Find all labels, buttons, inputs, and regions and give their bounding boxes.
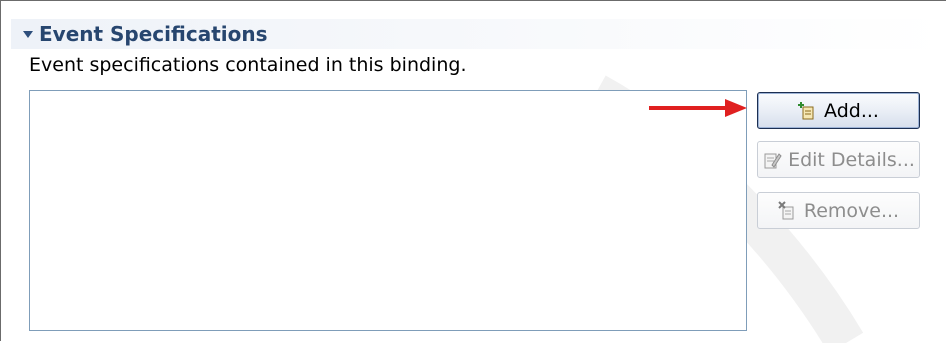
remove-button-label: Remove... bbox=[803, 199, 900, 222]
edit-details-button-label: Edit Details... bbox=[788, 148, 915, 171]
edit-details-button[interactable]: Edit Details... bbox=[757, 141, 920, 178]
add-document-icon bbox=[798, 101, 814, 119]
edit-document-icon bbox=[764, 152, 782, 168]
chevron-down-icon[interactable] bbox=[23, 31, 33, 38]
event-specifications-list[interactable] bbox=[29, 90, 747, 331]
add-button[interactable]: Add... bbox=[757, 92, 920, 129]
section-title: Event Specifications bbox=[39, 22, 268, 46]
section-description: Event specifications contained in this b… bbox=[29, 54, 467, 76]
remove-document-icon bbox=[778, 200, 794, 219]
section-header[interactable]: Event Specifications bbox=[11, 19, 946, 49]
add-button-label: Add... bbox=[824, 99, 879, 122]
remove-button[interactable]: Remove... bbox=[757, 192, 920, 229]
window-frame: Event Specifications Event specification… bbox=[0, 0, 946, 343]
arrow-right-icon bbox=[649, 99, 747, 117]
